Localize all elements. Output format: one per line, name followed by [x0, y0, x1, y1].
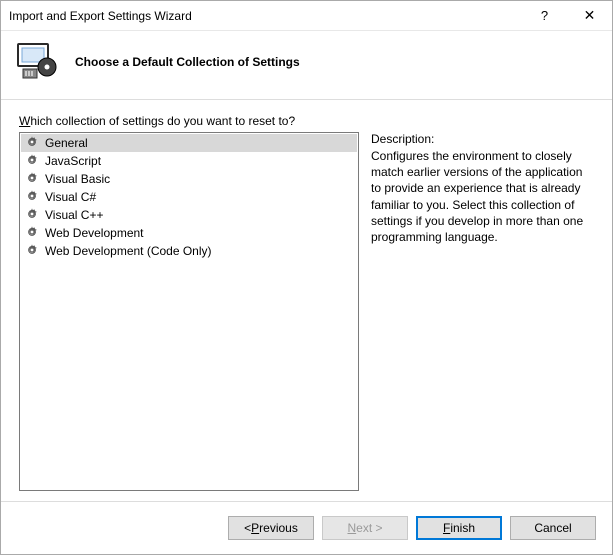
gear-icon	[25, 225, 39, 242]
window-title: Import and Export Settings Wizard	[9, 9, 522, 23]
wizard-footer: < Previous Next > Finish Cancel	[1, 501, 612, 554]
titlebar: Import and Export Settings Wizard ? ✕	[1, 1, 612, 31]
list-item-label: JavaScript	[45, 154, 101, 168]
list-item[interactable]: Visual C++	[21, 206, 357, 224]
gear-icon	[25, 153, 39, 170]
list-item-label: General	[45, 136, 88, 150]
close-button[interactable]: ✕	[567, 1, 612, 30]
list-item-label: Visual C++	[45, 208, 103, 222]
page-title: Choose a Default Collection of Settings	[75, 55, 300, 69]
finish-button[interactable]: Finish	[416, 516, 502, 540]
wizard-header: Choose a Default Collection of Settings	[1, 31, 612, 100]
gear-icon	[25, 207, 39, 224]
gear-icon	[25, 135, 39, 152]
next-button: Next >	[322, 516, 408, 540]
description-panel: Description: Configures the environment …	[371, 132, 594, 491]
description-text: Configures the environment to closely ma…	[371, 148, 594, 245]
gear-icon	[25, 243, 39, 260]
description-label: Description:	[371, 132, 594, 146]
settings-listbox[interactable]: General JavaScript Visual Basic Visual C# Vi…	[19, 132, 359, 491]
content-columns: General JavaScript Visual Basic Visual C# Vi…	[19, 132, 594, 491]
cancel-button[interactable]: Cancel	[510, 516, 596, 540]
list-item-label: Web Development	[45, 226, 144, 240]
list-item[interactable]: Visual C#	[21, 188, 357, 206]
gear-icon	[25, 171, 39, 188]
settings-wizard-icon	[17, 43, 57, 81]
list-item-label: Visual Basic	[45, 172, 110, 186]
help-button[interactable]: ?	[522, 1, 567, 30]
wizard-window: Import and Export Settings Wizard ? ✕ Ch…	[0, 0, 613, 555]
prompt-label: Which collection of settings do you want…	[19, 114, 594, 128]
list-item[interactable]: Visual Basic	[21, 170, 357, 188]
list-item-label: Web Development (Code Only)	[45, 244, 212, 258]
list-item[interactable]: JavaScript	[21, 152, 357, 170]
previous-button[interactable]: < Previous	[228, 516, 314, 540]
wizard-body: Which collection of settings do you want…	[1, 100, 612, 501]
list-item[interactable]: General	[21, 134, 357, 152]
gear-icon	[25, 189, 39, 206]
list-item[interactable]: Web Development	[21, 224, 357, 242]
list-item-label: Visual C#	[45, 190, 96, 204]
list-item[interactable]: Web Development (Code Only)	[21, 242, 357, 260]
